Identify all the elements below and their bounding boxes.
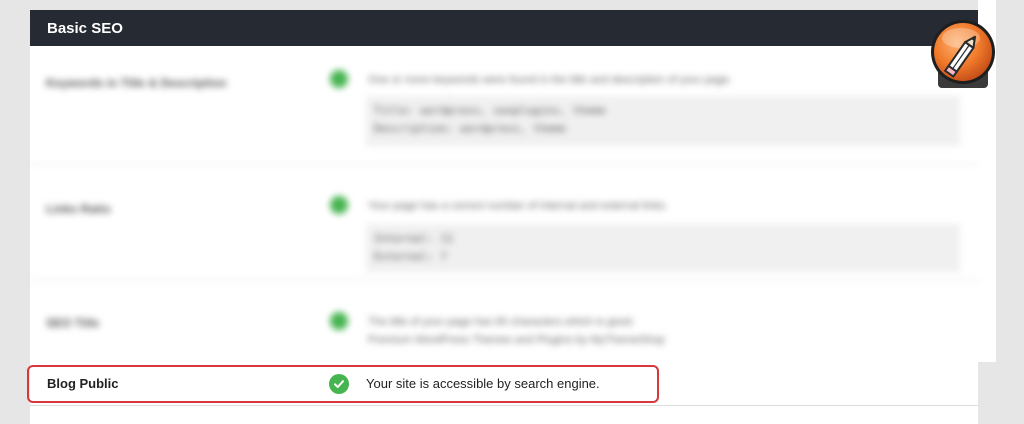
result-description: Your page has a correct number of intern… [368,200,668,212]
check-circle-icon [330,196,348,214]
result-code-block: Internal: 11 External: 7 [366,224,960,272]
result-row: Keywords in Title & Description One or m… [30,46,978,165]
check-circle-icon [330,70,348,88]
result-row: Links Ratio Your page has a correct numb… [30,164,978,281]
highlight-box [27,365,659,403]
code-line: External: 7 [374,250,447,263]
check-circle-icon [330,312,348,330]
result-row: SEO Title The title of your page has 65 … [30,280,978,362]
section-title: Basic SEO [47,20,123,37]
seo-analysis-panel: Basic SEO Keywords in Title & Descriptio… [30,10,978,424]
result-description-detail: Premium WordPress Themes and Plugins by … [368,334,665,346]
code-line: Description: wordpress, theme [374,122,567,135]
section-header: Basic SEO [30,10,978,46]
result-description: One or more keywords were found in the t… [368,74,732,86]
pencil-icon [931,20,995,88]
result-name: Keywords in Title & Description [46,76,227,90]
result-description: The title of your page has 65 characters… [368,316,635,328]
code-line: Internal: 11 [374,232,454,245]
result-name: SEO Title [46,316,100,330]
code-line: Title: wordpress, seoplugins, theme [374,104,606,117]
result-code-block: Title: wordpress, seoplugins, theme Desc… [366,96,960,146]
edit-badge[interactable] [928,18,996,90]
blurred-results: Keywords in Title & Description One or m… [30,46,978,362]
result-name: Links Ratio [46,202,111,216]
